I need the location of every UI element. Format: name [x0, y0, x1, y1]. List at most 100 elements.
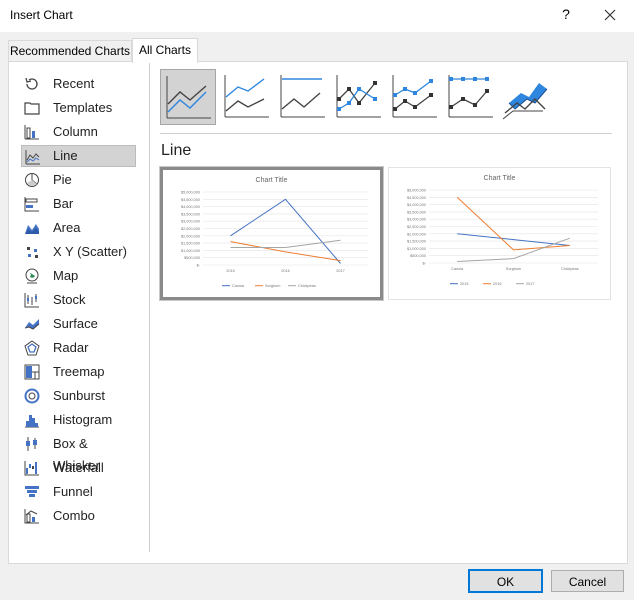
legend-label: 2017 [526, 282, 534, 286]
x-tick-label: 2015 [226, 269, 234, 273]
category-map[interactable]: Map [21, 265, 136, 287]
tab-recommended-charts[interactable]: Recommended Charts [8, 40, 132, 62]
category-label: Bar [53, 196, 74, 211]
x-tick-label: 2016 [281, 269, 289, 273]
category-pie[interactable]: Pie [21, 169, 136, 191]
category-recent[interactable]: Recent [21, 73, 136, 95]
category-label: Radar [53, 340, 89, 355]
category-label: Histogram [53, 412, 113, 427]
legend-label: Sorghum [265, 284, 280, 288]
category-box-whisker[interactable]: Box & Whisker [21, 433, 136, 473]
x-tick-label: 2017 [336, 269, 344, 273]
tab-all-charts[interactable]: All Charts [132, 38, 198, 63]
category-column[interactable]: Column [21, 121, 136, 143]
series-line-2015 [457, 233, 570, 246]
y-tick-label: $2,000,000 [407, 232, 426, 236]
category-surface[interactable]: Surface [21, 313, 136, 335]
surface-chart-icon [24, 319, 40, 330]
stacked-line-with-markers-icon [392, 75, 437, 118]
y-tick-label: $3,500,000 [407, 210, 426, 214]
y-tick-label: $2,000,000 [181, 234, 200, 238]
category-line[interactable]: Line [21, 145, 136, 167]
line-with-markers-icon [336, 75, 381, 118]
legend-label: Canola [232, 284, 245, 288]
y-tick-label: $5,000,000 [181, 191, 200, 195]
category-combo[interactable]: Combo [21, 505, 136, 527]
chart-preview-2[interactable]: Chart Title $- $500,000 $1,000,000 $1,500,00… [388, 167, 611, 300]
y-tick-label: $3,500,000 [181, 212, 200, 216]
category-label: Combo [53, 508, 95, 523]
close-button[interactable] [598, 4, 622, 26]
chart-title: Chart Title [484, 175, 516, 182]
line-chart-icon [25, 150, 40, 165]
series-line-2016 [456, 196, 570, 251]
category-stock[interactable]: Stock [21, 289, 136, 311]
y-tick-label: $4,000,000 [181, 205, 200, 209]
category-label: Funnel [53, 484, 93, 499]
category-area[interactable]: Area [21, 217, 136, 239]
chart-title: Chart Title [256, 177, 288, 184]
subtype-stacked-line-with-markers[interactable] [387, 69, 443, 125]
y-tick-label: $1,500,000 [181, 242, 200, 246]
y-tick-label: $3,000,000 [407, 218, 426, 222]
category-label: Surface [53, 316, 98, 331]
subtype-line-with-markers[interactable] [331, 69, 387, 125]
category-sunburst[interactable]: Sunburst [21, 385, 136, 407]
gallery-separator [160, 133, 612, 134]
chart-preview-1-svg: Chart Title $- $500,000 $1,000,000 $1,500,00… [181, 177, 368, 288]
category-radar[interactable]: Radar [21, 337, 136, 359]
y-tick-label: $5,000,000 [407, 189, 426, 193]
100-stacked-line-icon [280, 75, 325, 118]
category-label: Sunburst [53, 388, 106, 403]
3d-line-icon [502, 83, 548, 120]
funnel-chart-icon [25, 486, 39, 497]
chart-preview-1[interactable]: Chart Title $- $500,000 $1,000,000 $1,500,00… [159, 166, 384, 301]
category-label: Templates [53, 100, 113, 115]
help-button[interactable]: ? [557, 6, 575, 24]
box-whisker-chart-icon [26, 437, 37, 451]
category-bar[interactable]: Bar [21, 193, 136, 215]
category-xy-scatter[interactable]: X Y (Scatter) [21, 241, 136, 263]
templates-icon [24, 102, 40, 115]
category-label: Stock [53, 292, 86, 307]
subtype-100-stacked-line-with-markers[interactable] [443, 69, 499, 125]
subtype-100-stacked-line[interactable] [275, 69, 331, 125]
category-label: Map [53, 268, 79, 283]
subtype-line[interactable] [160, 69, 216, 125]
stock-chart-icon [24, 293, 39, 308]
x-tick-label: Sorghum [506, 267, 521, 271]
y-tick-label: $1,000,000 [407, 247, 426, 251]
category-histogram[interactable]: Histogram [21, 409, 136, 431]
dialog-title: Insert Chart [10, 8, 73, 22]
series-line-canola [230, 198, 341, 264]
category-treemap[interactable]: Treemap [21, 361, 136, 383]
area-chart-icon [25, 224, 39, 234]
chart-preview-2-svg: Chart Title $- $500,000 $1,000,000 $1,500,00… [407, 175, 598, 286]
category-label: Recent [53, 76, 95, 91]
chart-category-list: Recent Templates Column Line Pie Bar Are… [9, 62, 150, 552]
legend-label: 2016 [493, 282, 501, 286]
cancel-button[interactable]: Cancel [551, 570, 624, 592]
subtype-3d-line[interactable] [499, 69, 555, 125]
y-tick-label: $1,000,000 [181, 249, 200, 253]
y-tick-label: $2,500,000 [181, 227, 200, 231]
category-waterfall[interactable]: Waterfall [21, 457, 136, 479]
subtype-stacked-line[interactable] [219, 69, 275, 125]
x-tick-label: Canola [451, 267, 464, 271]
sunburst-chart-icon [24, 388, 40, 404]
y-tick-label: $3,000,000 [181, 220, 200, 224]
map-chart-icon [25, 268, 39, 284]
y-tick-label: $- [197, 264, 201, 268]
radar-chart-icon [24, 340, 40, 356]
category-funnel[interactable]: Funnel [21, 481, 136, 503]
close-icon [604, 9, 616, 21]
100-stacked-line-with-markers-icon [448, 75, 493, 118]
category-label: Waterfall [53, 460, 104, 475]
ok-button[interactable]: OK [468, 569, 543, 593]
title-bar: Insert Chart ? [0, 0, 634, 32]
line-icon [166, 76, 211, 119]
category-templates[interactable]: Templates [21, 97, 136, 119]
waterfall-chart-icon [24, 461, 39, 476]
category-label: Line [53, 148, 78, 163]
category-label: Treemap [53, 364, 105, 379]
